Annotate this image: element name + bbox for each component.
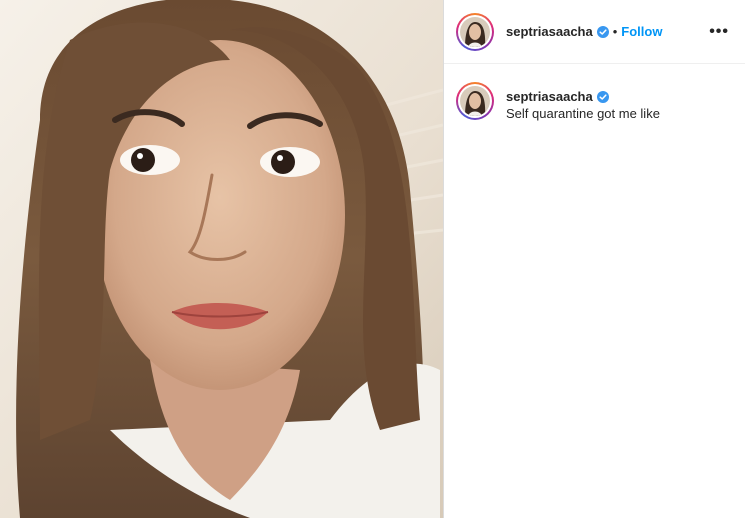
avatar-image (460, 16, 490, 47)
username-link[interactable]: septriasaacha (506, 24, 593, 39)
instagram-post: septriasaacha • Follow ••• septriasaacha… (0, 0, 745, 518)
caption-avatar-image (460, 86, 490, 116)
selfie-image (0, 0, 443, 518)
caption-user-line: septriasaacha (506, 88, 660, 105)
follow-button[interactable]: Follow (621, 24, 662, 39)
caption-text-block: septriasaacha Self quarantine got me lik… (506, 82, 660, 122)
avatar[interactable] (456, 12, 494, 51)
more-options-icon[interactable]: ••• (705, 23, 733, 41)
verified-badge-icon (596, 90, 609, 103)
verified-badge-icon (596, 25, 609, 38)
caption-body: Self quarantine got me like (506, 106, 660, 121)
post-photo[interactable] (0, 0, 443, 518)
header-user-info: septriasaacha • Follow (506, 24, 705, 39)
post-header: septriasaacha • Follow ••• (444, 0, 745, 64)
post-side-panel: septriasaacha • Follow ••• septriasaacha… (443, 0, 745, 518)
caption-username-link[interactable]: septriasaacha (506, 88, 593, 105)
separator-dot: • (612, 24, 618, 39)
caption-comment: septriasaacha Self quarantine got me lik… (444, 64, 745, 122)
caption-avatar[interactable] (456, 82, 494, 120)
